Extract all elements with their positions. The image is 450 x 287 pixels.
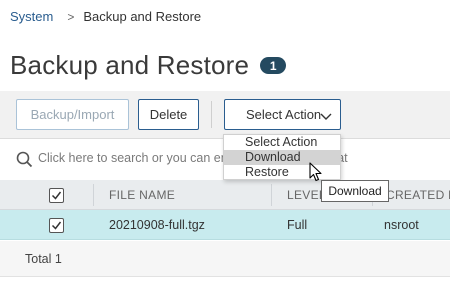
- mouse-pointer-icon: [309, 162, 323, 187]
- action-dropdown-menu: Select Action Download Restore: [223, 134, 341, 180]
- page-title: Backup and Restore: [10, 50, 250, 80]
- menu-item-select-action[interactable]: Select Action: [224, 135, 340, 150]
- delete-button[interactable]: Delete: [138, 99, 199, 130]
- cell-level: Full: [287, 218, 308, 232]
- toolbar-divider: [211, 101, 212, 128]
- toolbar: Backup/Import Delete Select Action: [0, 91, 450, 139]
- column-header-file-name[interactable]: FILE NAME: [109, 188, 175, 202]
- column-separator: [93, 184, 94, 206]
- table-footer: Total 1: [0, 241, 450, 277]
- select-all-checkbox[interactable]: [49, 188, 64, 203]
- breadcrumb-separator: >: [67, 9, 75, 24]
- tooltip: Download: [321, 180, 389, 202]
- row-checkbox[interactable]: [49, 218, 64, 233]
- cell-created-by: nsroot: [384, 218, 419, 232]
- page-header: Backup and Restore 1: [10, 50, 287, 81]
- column-header-created-by[interactable]: CREATED BY: [386, 188, 450, 202]
- column-separator: [271, 184, 272, 206]
- select-action-button[interactable]: Select Action: [224, 99, 341, 130]
- breadcrumb: System > Backup and Restore: [10, 9, 201, 24]
- backup-import-button[interactable]: Backup/Import: [16, 99, 129, 130]
- breadcrumb-current: Backup and Restore: [83, 9, 202, 24]
- search-icon: [16, 151, 33, 173]
- total-count: Total 1: [25, 252, 62, 266]
- cell-file-name: 20210908-full.tgz: [109, 218, 205, 232]
- table-row[interactable]: 20210908-full.tgz Full nsroot: [0, 210, 450, 240]
- select-action-label: Select Action: [246, 107, 322, 122]
- breadcrumb-system-link[interactable]: System: [10, 9, 53, 24]
- chevron-down-icon: [320, 109, 332, 124]
- count-badge: 1: [260, 57, 287, 74]
